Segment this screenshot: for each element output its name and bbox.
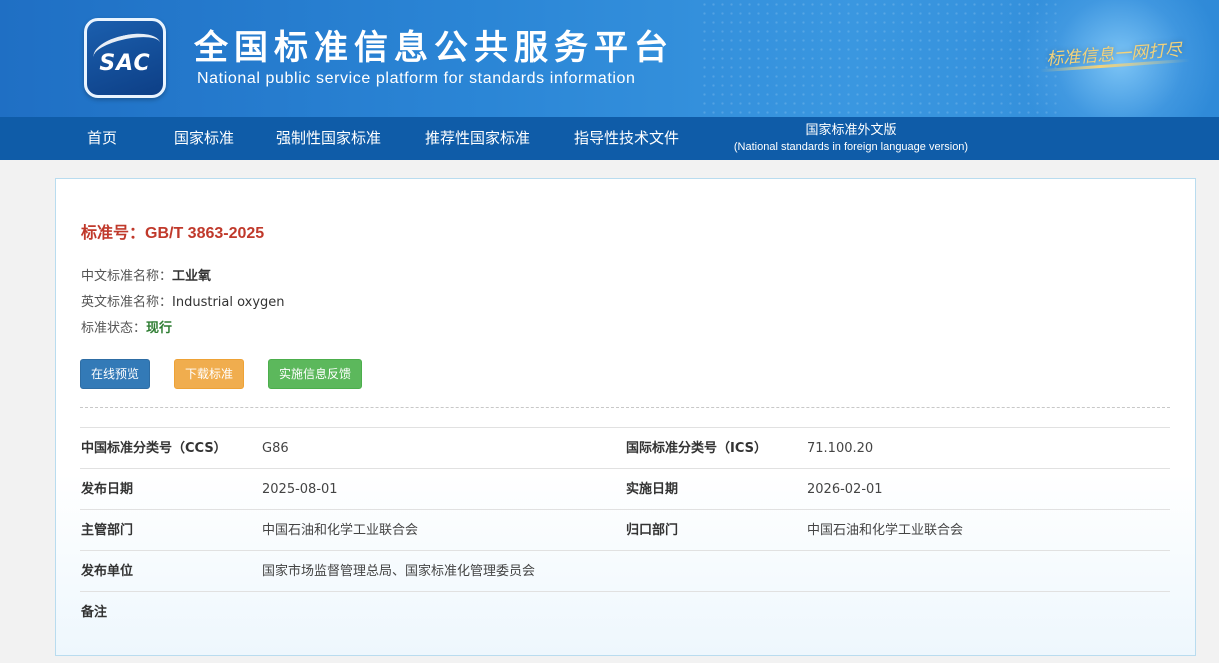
site-title-en: National public service platform for sta… — [197, 70, 636, 87]
download-standard-button[interactable]: 下载标准 — [174, 359, 244, 389]
nav-mandatory-standards[interactable]: 强制性国家标准 — [276, 117, 381, 160]
cn-name-value: 工业氧 — [172, 269, 212, 284]
status-value: 现行 — [146, 321, 173, 336]
logo-text: SAC — [99, 51, 151, 76]
cn-name-label: 中文标准名称： — [81, 269, 173, 284]
centralized-dept-label: 归口部门 — [626, 523, 679, 538]
site-title-cn: 全国标准信息公共服务平台 — [194, 28, 674, 68]
publish-date-label: 发布日期 — [81, 482, 134, 497]
ccs-value: G86 — [262, 441, 289, 456]
status-label: 标准状态： — [81, 321, 147, 336]
nav-home[interactable]: 首页 — [87, 117, 117, 160]
competent-dept-value: 中国石油和化学工业联合会 — [262, 523, 419, 538]
section-divider — [80, 407, 1170, 408]
standard-number: GB/T 3863-2025 — [145, 225, 265, 242]
status-line: 标准状态：现行 — [81, 317, 172, 336]
standard-detail-panel: 标准号：GB/T 3863-2025 中文标准名称：工业氧 英文标准名称：Ind… — [55, 178, 1196, 656]
ics-label: 国际标准分类号（ICS） — [626, 441, 767, 456]
en-name-label: 英文标准名称： — [81, 295, 173, 310]
publish-date-value: 2025-08-01 — [262, 482, 338, 497]
nav-foreign-label-cn: 国家标准外文版 — [805, 123, 897, 138]
detail-row-departments: 主管部门 中国石油和化学工业联合会 归口部门 中国石油和化学工业联合会 — [80, 509, 1170, 550]
online-preview-button[interactable]: 在线预览 — [80, 359, 150, 389]
effective-date-label: 实施日期 — [626, 482, 679, 497]
feedback-button[interactable]: 实施信息反馈 — [268, 359, 362, 389]
detail-row-remarks: 备注 — [80, 591, 1170, 632]
nav-national-standards[interactable]: 国家标准 — [174, 117, 234, 160]
en-name-line: 英文标准名称：Industrial oxygen — [81, 291, 285, 310]
nav-foreign-language-version[interactable]: 国家标准外文版 (National standards in foreign l… — [722, 123, 980, 155]
detail-row-classification: 中国标准分类号（CCS） G86 国际标准分类号（ICS） 71.100.20 — [80, 427, 1170, 468]
banner-map-pattern — [700, 0, 1060, 117]
main-nav: 首页 国家标准 强制性国家标准 推荐性国家标准 指导性技术文件 国家标准外文版 … — [0, 117, 1219, 160]
en-name-value: Industrial oxygen — [172, 295, 285, 310]
standard-number-label: 标准号： — [81, 225, 146, 242]
ics-value: 71.100.20 — [807, 441, 874, 456]
detail-row-dates: 发布日期 2025-08-01 实施日期 2026-02-01 — [80, 468, 1170, 509]
standard-number-heading: 标准号：GB/T 3863-2025 — [81, 219, 264, 243]
effective-date-value: 2026-02-01 — [807, 482, 883, 497]
publisher-value: 国家市场监督管理总局、国家标准化管理委员会 — [262, 564, 536, 579]
nav-guidance-documents[interactable]: 指导性技术文件 — [574, 117, 679, 160]
remarks-label: 备注 — [81, 605, 108, 620]
header-banner: SAC 全国标准信息公共服务平台 National public service… — [0, 0, 1219, 117]
cn-name-line: 中文标准名称：工业氧 — [81, 265, 211, 284]
nav-foreign-label-en: (National standards in foreign language … — [733, 141, 969, 153]
ccs-label: 中国标准分类号（CCS） — [81, 441, 227, 456]
nav-recommended-standards[interactable]: 推荐性国家标准 — [425, 117, 530, 160]
competent-dept-label: 主管部门 — [81, 523, 134, 538]
publisher-label: 发布单位 — [81, 564, 134, 579]
detail-row-publisher: 发布单位 国家市场监督管理总局、国家标准化管理委员会 — [80, 550, 1170, 591]
sac-logo[interactable]: SAC — [84, 18, 166, 98]
centralized-dept-value: 中国石油和化学工业联合会 — [807, 523, 964, 538]
